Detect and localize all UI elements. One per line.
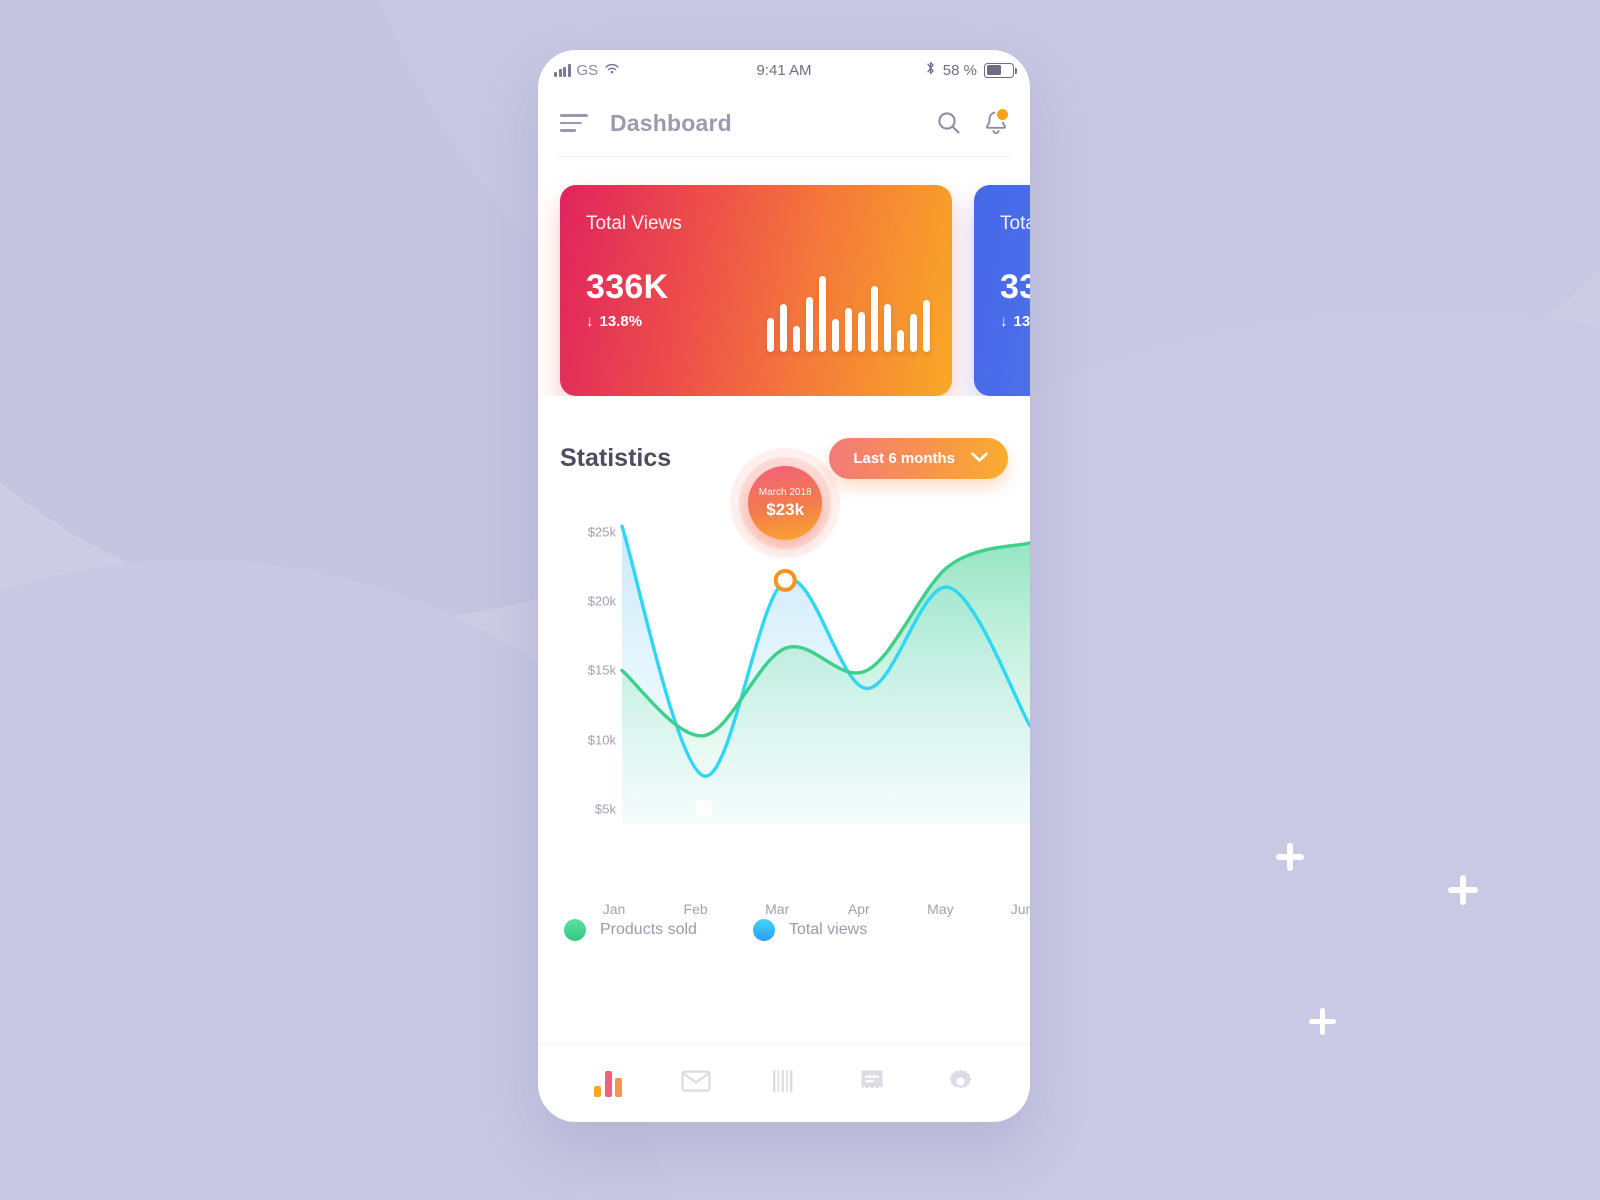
nav-item-dashboard[interactable]: [584, 1060, 632, 1108]
x-tick-label: Apr: [847, 901, 870, 917]
stat-card-label: Total Sales: [1000, 213, 1030, 234]
carrier-label: GS: [576, 61, 599, 79]
legend-color-swatch: [752, 919, 775, 941]
barcode-icon: [771, 1069, 797, 1098]
x-tick-label: Jun: [1010, 901, 1030, 917]
nav-item-messages[interactable]: [672, 1060, 720, 1108]
battery-icon: [984, 62, 1017, 78]
wifi-icon: [604, 62, 620, 79]
tooltip-value: $23k: [766, 499, 805, 519]
chart-secondary-marker: [694, 798, 713, 817]
tooltip-core: March 2018 $23k: [748, 466, 823, 541]
stat-cards-carousel[interactable]: Total Views 336K ↓ 13.8% Total Sales 336…: [538, 157, 1030, 396]
legend-label: Total views: [788, 921, 868, 938]
stat-card-total-sales[interactable]: Total Sales 336K ↓ 13.8%: [974, 185, 1030, 396]
search-icon[interactable]: [936, 110, 962, 136]
legend-item-total-views[interactable]: Total views: [752, 919, 868, 941]
receipt-icon: [859, 1068, 885, 1099]
x-tick-label: May: [927, 901, 954, 917]
envelope-icon: [681, 1069, 711, 1098]
delta-value: 13.8%: [1013, 313, 1031, 330]
stat-card-value: 336K: [1000, 268, 1030, 306]
stat-card-delta: ↓ 13.8%: [1000, 313, 1030, 330]
statistics-title: Statistics: [560, 444, 672, 472]
chart-tooltip-bubble: March 2018 $23k: [730, 448, 841, 559]
bar-chart-icon: [594, 1070, 622, 1097]
app-bar: Dashboard: [538, 90, 1030, 156]
y-tick-label: $15k: [587, 662, 616, 678]
page-title: Dashboard: [610, 109, 732, 136]
stat-card-label: Total Views: [586, 213, 682, 234]
decorative-plus-3: [1309, 1008, 1336, 1035]
tooltip-month: March 2018: [758, 486, 812, 498]
x-tick-label: Mar: [765, 901, 790, 917]
gear-icon: [947, 1068, 974, 1100]
y-tick-label: $5k: [595, 801, 616, 817]
legend-item-products-sold[interactable]: Products sold: [564, 919, 697, 941]
x-tick-label: Feb: [683, 901, 708, 917]
date-range-label: Last 6 months: [853, 450, 955, 467]
y-tick-label: $20k: [587, 593, 616, 609]
stat-card-sparkline: [767, 276, 930, 352]
battery-percent-label: 58 %: [942, 61, 977, 79]
hamburger-menu-icon[interactable]: [560, 109, 588, 137]
bottom-navigation-bar: [538, 1044, 1030, 1122]
delta-arrow-icon: ↓: [586, 313, 594, 330]
notification-bell-icon[interactable]: [984, 107, 1010, 136]
status-bar: GS 9:41 AM 58 %: [538, 50, 1030, 90]
legend-label: Products sold: [600, 921, 697, 938]
delta-value: 13.8%: [599, 313, 643, 330]
y-tick-label: $10k: [587, 732, 616, 748]
signal-bars-icon: [554, 63, 571, 77]
decorative-plus-1: [1276, 843, 1304, 871]
chart-area-0: [622, 542, 1030, 823]
nav-item-settings[interactable]: [936, 1060, 984, 1108]
decorative-plus-2: [1448, 875, 1478, 905]
bluetooth-icon: [925, 60, 936, 80]
date-range-dropdown[interactable]: Last 6 months: [829, 438, 1008, 479]
y-tick-label: $25k: [587, 524, 616, 540]
stat-card-total-views[interactable]: Total Views 336K ↓ 13.8%: [560, 185, 952, 396]
phone-frame: GS 9:41 AM 58 % Dashboard Total Views 33…: [538, 50, 1030, 1122]
scene-background: GS 9:41 AM 58 % Dashboard Total Views 33…: [0, 0, 1600, 1200]
chart-y-axis-labels: $25k $20k $15k $10k $5k: [558, 489, 616, 909]
x-tick-label: Jan: [602, 901, 626, 917]
delta-arrow-icon: ↓: [1000, 313, 1008, 330]
legend-color-swatch: [564, 919, 586, 941]
chevron-down-icon: [971, 450, 988, 467]
nav-item-receipt[interactable]: [848, 1060, 896, 1108]
chart-highlight-marker: [773, 568, 797, 592]
nav-item-barcode[interactable]: [760, 1060, 808, 1108]
notification-badge-dot: [995, 107, 1010, 122]
statistics-chart[interactable]: $25k $20k $15k $10k $5k Jan Feb Mar Apr May Jun M…: [538, 448, 1030, 917]
